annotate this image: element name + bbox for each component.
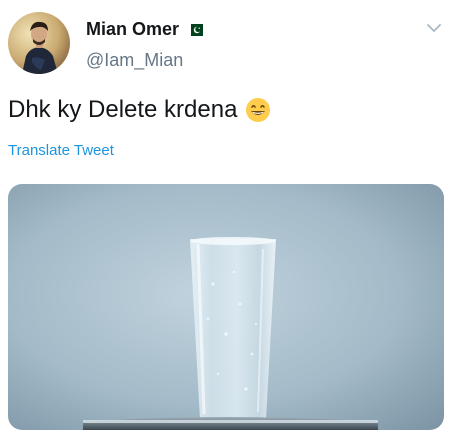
tweet-text: Dhk ky Delete krdena <box>8 95 271 125</box>
name-row: Mian Omer <box>86 18 204 40</box>
chevron-down-icon[interactable] <box>426 20 442 36</box>
tweet-text-content: Dhk ky Delete krdena <box>8 96 238 123</box>
grinning-face-emoji-icon <box>245 97 271 123</box>
tweet-card: Mian Omer @Iam_Mian Dhk ky Delete krdena <box>0 0 450 434</box>
glass-of-water-image <box>8 184 444 430</box>
avatar[interactable] <box>8 12 70 74</box>
translate-tweet-link[interactable]: Translate Tweet <box>8 142 114 160</box>
avatar-image <box>8 12 70 74</box>
user-handle[interactable]: @Iam_Mian <box>86 49 183 71</box>
display-name[interactable]: Mian Omer <box>86 18 179 40</box>
pakistan-flag-icon <box>187 23 204 36</box>
tweet-media-image[interactable] <box>8 184 444 430</box>
